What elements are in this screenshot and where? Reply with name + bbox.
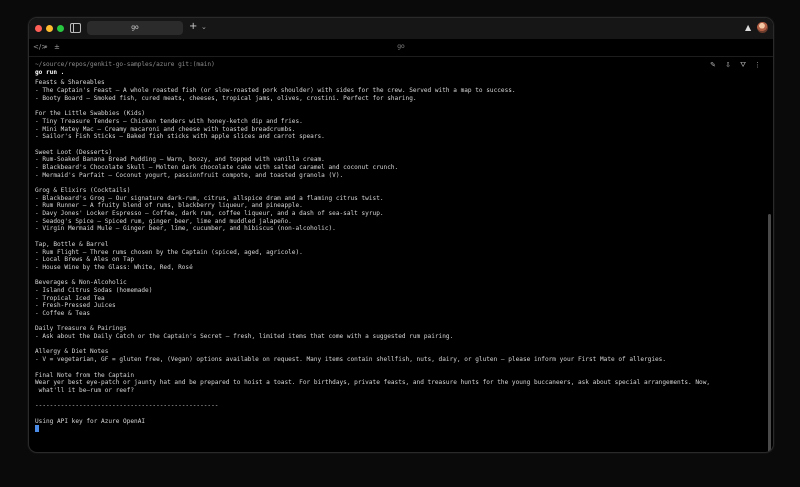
- output-line: - Blackbeard's Grog — Our signature dark…: [35, 194, 384, 202]
- close-window-button[interactable]: [35, 25, 42, 32]
- output-line: - Booty Board — Smoked fish, cured meats…: [35, 94, 417, 102]
- output-line: - Rum Runner — A fruity blend of rums, b…: [35, 202, 303, 210]
- output-line: Sweet Loot (Desserts): [35, 148, 113, 156]
- title-bar: go + ⌄ ▲: [29, 18, 773, 40]
- output-line: - Mermaid's Parfait — Coconut yogurt, pa…: [35, 171, 344, 179]
- minimize-window-button[interactable]: [46, 25, 53, 32]
- output-line: - Davy Jones' Locker Espresso — Coffee, …: [35, 210, 384, 218]
- output-line: Tap, Bottle & Barrel: [35, 240, 109, 248]
- output-line: - Ask about the Daily Catch or the Capta…: [35, 333, 454, 341]
- window-title: go: [397, 43, 405, 50]
- prompt-path: ~/source/repos/genkit-go-samples/azure g…: [35, 61, 215, 68]
- command-text: go run .: [35, 68, 65, 76]
- sidebar-toggle-icon[interactable]: [70, 23, 81, 33]
- output-line: - V = vegetarian, GF = gluten free, (Veg…: [35, 356, 667, 364]
- output-line: Beverages & Non-Alcoholic: [35, 279, 127, 287]
- output-line: - Tropical Iced Tea: [35, 294, 105, 302]
- terminal-cursor: [35, 425, 39, 433]
- output-line: - Blackbeard's Chocolate Skull — Molten …: [35, 163, 399, 171]
- output-line: what'll it be—rum or reef?: [35, 386, 135, 394]
- output-line: Daily Treasure & Pairings: [35, 325, 127, 333]
- tab-menu-icon[interactable]: ⌄: [201, 21, 207, 33]
- output-line: Wear yer best eye-patch or jaunty hat an…: [35, 379, 711, 387]
- app-logo-icon: ▲: [745, 23, 752, 32]
- maximize-window-button[interactable]: [57, 25, 64, 32]
- output-line: - Sailor's Fish Sticks — Baked fish stic…: [35, 133, 325, 141]
- avatar[interactable]: [757, 22, 768, 33]
- output-line: ----------------------------------------…: [35, 402, 219, 410]
- terminal-window: go + ⌄ ▲ </> ⌕ ± go ✎ ⇩ ⛛ ⋮ ~/source/rep…: [28, 17, 774, 453]
- output-line: - Seadog's Spice — Spiced rum, ginger be…: [35, 217, 292, 225]
- output-line: Grog & Elixirs (Cocktails): [35, 187, 131, 195]
- output-line: - Local Brews & Ales on Tap: [35, 256, 135, 264]
- output-line: - Mini Matey Mac — Creamy macaroni and c…: [35, 125, 296, 133]
- tab-go[interactable]: go: [87, 21, 183, 35]
- output-line: - Fresh-Pressed Juices: [35, 302, 116, 310]
- cursor-line: [35, 425, 753, 433]
- output-line: Feasts & Shareables: [35, 79, 105, 87]
- output-lines: Feasts & Shareables - The Captain's Feast…: [35, 79, 753, 425]
- terminal-toolbar: </> ⌕ ± go: [29, 39, 773, 57]
- new-tab-button[interactable]: +: [189, 21, 197, 33]
- output-line: - Rum Flight — Three rums chosen by the …: [35, 248, 303, 256]
- output-line: - Coffee & Teas: [35, 310, 91, 318]
- output-line: - Island Citrus Sodas (homemade): [35, 286, 153, 294]
- vertical-scrollbar[interactable]: [768, 214, 771, 452]
- output-line: - Tiny Treasure Tenders — Chicken tender…: [35, 117, 303, 125]
- output-line: For the Little Swabbies (Kids): [35, 110, 146, 118]
- output-line: - The Captain's Feast — A whole roasted …: [35, 87, 516, 95]
- output-line: Using API key for Azure OpenAI: [35, 417, 146, 425]
- output-line: - House Wine by the Glass: White, Red, R…: [35, 263, 193, 271]
- output-line: Allergy & Diet Notes: [35, 348, 109, 356]
- output-line: Final Note from the Captain: [35, 371, 135, 379]
- terminal-output[interactable]: ~/source/repos/genkit-go-samples/azure g…: [35, 61, 753, 433]
- output-line: - Virgin Mermaid Mule — Ginger beer, lim…: [35, 225, 336, 233]
- more-vertical-icon[interactable]: ⋮: [754, 60, 761, 70]
- output-line: - Rum-Soaked Banana Bread Pudding — Warm…: [35, 156, 325, 164]
